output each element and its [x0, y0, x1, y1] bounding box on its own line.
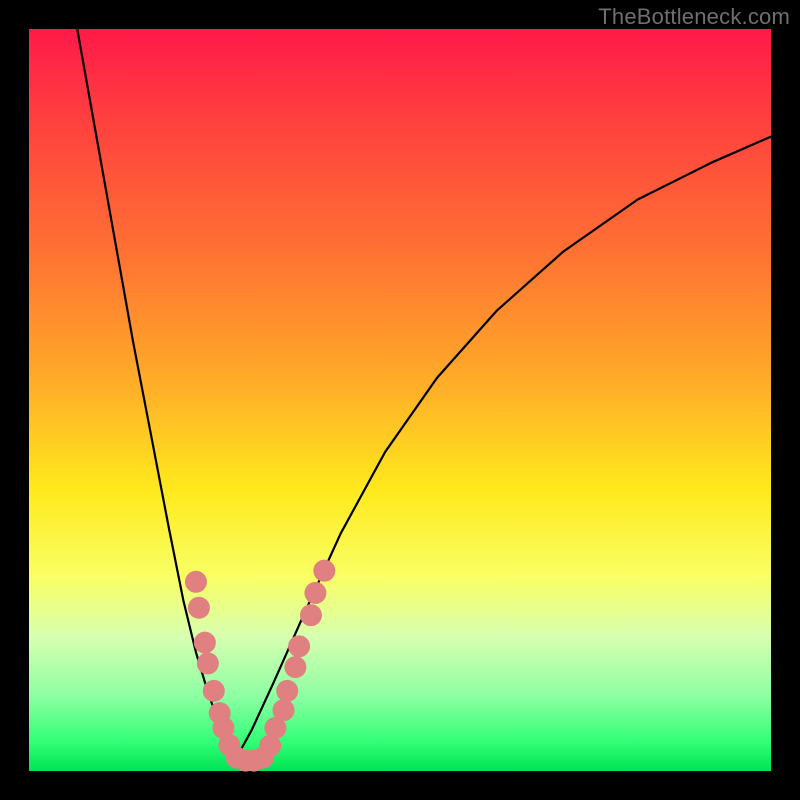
data-marker	[276, 680, 298, 702]
data-marker	[304, 582, 326, 604]
data-marker	[188, 597, 210, 619]
data-marker	[284, 656, 306, 678]
data-marker	[288, 635, 310, 657]
data-marker	[203, 680, 225, 702]
marker-layer	[185, 560, 335, 772]
curve-layer	[77, 29, 771, 760]
data-marker	[197, 652, 219, 674]
data-marker	[300, 604, 322, 626]
data-marker	[313, 560, 335, 582]
watermark-label: TheBottleneck.com	[598, 4, 790, 30]
curve-right-branch	[235, 137, 771, 760]
chart-svg	[29, 29, 771, 771]
data-marker	[273, 699, 295, 721]
chart-frame: TheBottleneck.com	[0, 0, 800, 800]
data-marker	[194, 632, 216, 654]
plot-area	[29, 29, 771, 771]
data-marker	[185, 571, 207, 593]
